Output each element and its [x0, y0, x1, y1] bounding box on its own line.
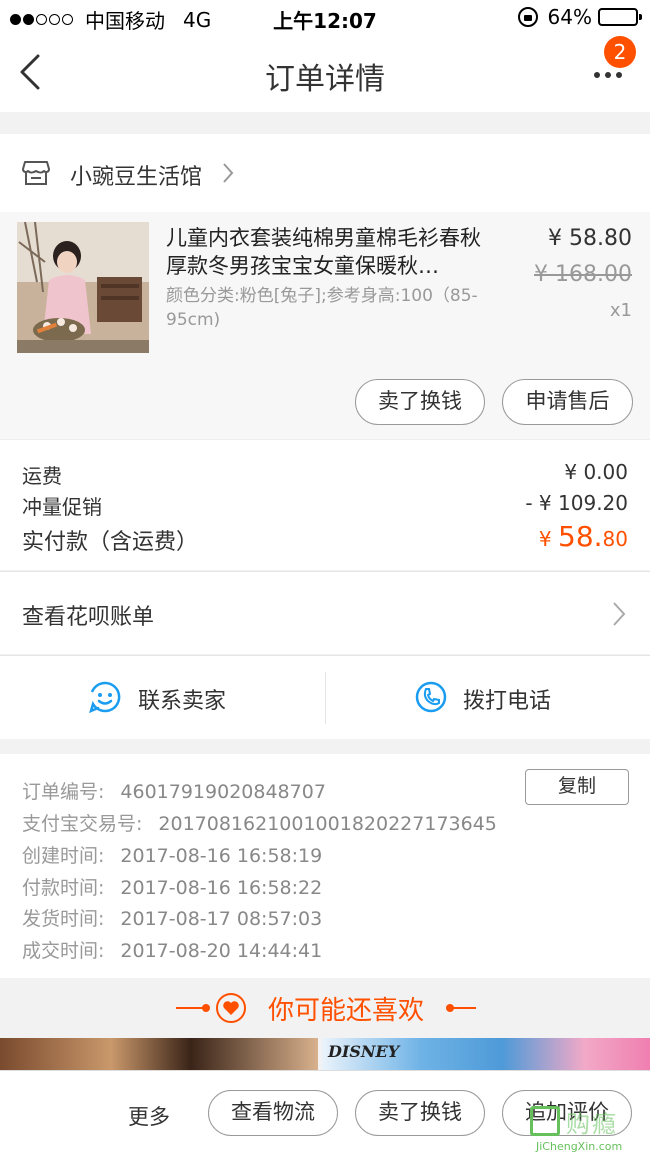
- product-price: ¥ 58.80: [548, 226, 632, 251]
- product-original-price: ¥ 168.00: [534, 262, 632, 287]
- contact-seller-button[interactable]: 联系卖家: [0, 656, 325, 740]
- watermark: 购瘾 JiChengXin.com: [530, 1102, 648, 1154]
- shop-row[interactable]: 小豌豆生活馆: [0, 134, 650, 212]
- sell-exchange-button[interactable]: 卖了换钱: [355, 1090, 485, 1136]
- recommend-title: 你可能还喜欢: [0, 990, 650, 1027]
- order-info: 订单编号: 46017919020848707 复制 支付宝交易号: 2017081…: [0, 754, 650, 978]
- watermark-url: JiChengXin.com: [536, 1140, 623, 1153]
- product-thumbnail[interactable]: [17, 222, 149, 353]
- after-sale-button[interactable]: 申请售后: [502, 379, 633, 425]
- page-title: 订单详情: [265, 62, 385, 97]
- back-button[interactable]: [18, 52, 58, 96]
- watermark-text: 购瘾: [566, 1110, 618, 1138]
- paid-amount: ¥ 58.80: [539, 520, 628, 553]
- alipay-trade-row: 支付宝交易号: 2017081621001001820227173645: [22, 809, 497, 836]
- promo-value: - ¥ 109.20: [525, 491, 628, 515]
- shipping-label: 运费: [22, 464, 62, 488]
- product-quantity: x1: [609, 300, 632, 321]
- info-label: 成交时间:: [22, 940, 105, 962]
- info-label: 发货时间:: [22, 908, 105, 930]
- orientation-lock-icon: [517, 7, 538, 27]
- shipped-time-row: 发货时间: 2017-08-17 08:57:03: [22, 904, 322, 931]
- nav-bar: 订单详情: [0, 36, 650, 112]
- decor-line: [452, 1007, 476, 1009]
- info-label: 支付宝交易号:: [22, 813, 143, 835]
- phone-icon: [415, 681, 447, 713]
- shop-name: 小豌豆生活馆: [70, 165, 203, 190]
- created-time: 2017-08-16 16:58:19: [120, 845, 323, 867]
- battery-percent: 64%: [547, 5, 592, 29]
- battery-icon: [598, 8, 642, 26]
- huabei-label: 查看花呗账单: [22, 605, 155, 630]
- created-time-row: 创建时间: 2017-08-16 16:58:19: [22, 841, 322, 868]
- call-phone-button[interactable]: 拨打电话: [326, 656, 650, 740]
- info-label: 创建时间:: [22, 845, 105, 867]
- product-title[interactable]: 儿童内衣套装纯棉男童棉毛衫春秋厚款冬男孩宝宝女童保暖秋…: [166, 224, 496, 280]
- promo-label: 冲量促销: [22, 495, 102, 519]
- shipped-time: 2017-08-17 08:57:03: [120, 908, 323, 930]
- paid-integer: 58.: [558, 520, 603, 553]
- brand-logo: DISNEY: [328, 1042, 400, 1061]
- recommend-title-text: 你可能还喜欢: [267, 996, 424, 1026]
- info-label: 订单编号:: [22, 781, 105, 803]
- chevron-right-icon: [223, 163, 234, 183]
- shipping-row: 运费 ¥ 0.00: [22, 460, 628, 490]
- order-number-row: 订单编号: 46017919020848707: [22, 777, 326, 804]
- chevron-left-icon: [20, 54, 40, 90]
- chevron-right-icon: [613, 602, 626, 626]
- battery-group: 64%: [517, 5, 642, 29]
- shipping-value: ¥ 0.00: [564, 460, 628, 484]
- completed-time: 2017-08-20 14:44:41: [120, 940, 323, 962]
- info-label: 付款时间:: [22, 877, 105, 899]
- huabei-bill-row[interactable]: 查看花呗账单: [0, 571, 650, 654]
- alipay-trade-number: 2017081621001001820227173645: [158, 813, 497, 835]
- paid-decimal: 80: [602, 527, 628, 551]
- more-actions-button[interactable]: 更多: [128, 1101, 170, 1131]
- notification-badge: 2: [604, 36, 636, 68]
- sell-exchange-button[interactable]: 卖了换钱: [355, 379, 485, 425]
- call-phone-label: 拨打电话: [463, 689, 552, 714]
- promo-row: 冲量促销 - ¥ 109.20: [22, 491, 628, 521]
- contact-seller-label: 联系卖家: [138, 689, 227, 714]
- recommend-item[interactable]: [0, 1038, 318, 1070]
- paid-time-row: 付款时间: 2017-08-16 16:58:22: [22, 873, 322, 900]
- watermark-logo-icon: [530, 1106, 560, 1136]
- fee-summary: 运费 ¥ 0.00 冲量促销 - ¥ 109.20 实付款（含运费） ¥ 58.…: [0, 439, 650, 570]
- product-sku: 颜色分类:粉色[兔子];参考身高:100（85-95cm): [166, 286, 478, 330]
- more-dots-icon: [594, 72, 627, 78]
- contact-bar: 联系卖家 拨打电话: [0, 655, 650, 739]
- paid-label: 实付款（含运费）: [22, 530, 199, 555]
- paid-currency: ¥: [538, 527, 559, 551]
- shop-icon: [22, 161, 50, 185]
- recommend-strip: DISNEY: [0, 1038, 650, 1070]
- chat-smile-icon: [89, 681, 121, 714]
- view-logistics-button[interactable]: 查看物流: [208, 1090, 338, 1136]
- recommend-item[interactable]: DISNEY: [322, 1038, 650, 1070]
- order-number: 46017919020848707: [120, 781, 326, 803]
- recommend-header: 你可能还喜欢: [0, 978, 650, 1038]
- paid-row: 实付款（含运费） ¥ 58.80: [22, 520, 628, 555]
- completed-time-row: 成交时间: 2017-08-20 14:44:41: [22, 936, 322, 963]
- copy-order-button[interactable]: 复制: [525, 769, 629, 805]
- product-item: 儿童内衣套装纯棉男童棉毛衫春秋厚款冬男孩宝宝女童保暖秋… 颜色分类:粉色[兔子]…: [0, 212, 650, 439]
- status-bar: 中国移动 4G 上午12:07 64%: [0, 0, 650, 36]
- paid-time: 2017-08-16 16:58:22: [120, 877, 323, 899]
